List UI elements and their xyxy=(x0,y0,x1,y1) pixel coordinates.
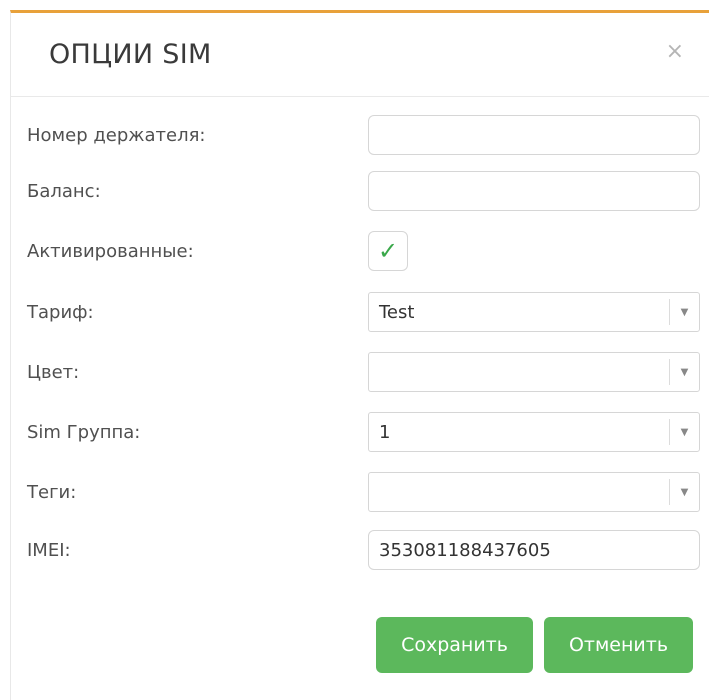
tariff-label: Тариф: xyxy=(27,302,94,323)
row-imei: IMEI: xyxy=(11,530,709,570)
imei-field[interactable] xyxy=(368,530,700,570)
chevron-down-icon[interactable]: ▼ xyxy=(669,419,699,445)
cancel-button[interactable]: Отменить xyxy=(544,617,693,673)
sim-group-select[interactable]: 1 ▼ xyxy=(368,412,700,452)
balance-label: Баланс: xyxy=(27,181,101,202)
holder-number-field[interactable] xyxy=(368,115,700,155)
tariff-select[interactable]: Test ▼ xyxy=(368,292,700,332)
sim-options-dialog: ОПЦИИ SIM × Номер держателя: Баланс: Акт… xyxy=(10,10,709,700)
chevron-down-icon[interactable]: ▼ xyxy=(669,359,699,385)
row-sim-group: Sim Группа: 1 ▼ xyxy=(11,412,709,452)
tariff-value: Test xyxy=(379,302,415,323)
activated-label: Активированные: xyxy=(27,241,194,262)
chevron-down-icon[interactable]: ▼ xyxy=(669,299,699,325)
sim-group-value: 1 xyxy=(379,422,391,443)
tags-label: Теги: xyxy=(27,482,77,503)
dialog-title: ОПЦИИ SIM xyxy=(49,39,212,70)
row-activated: Активированные: ✓ xyxy=(11,231,709,271)
row-holder-number: Номер держателя: xyxy=(11,115,709,155)
balance-input[interactable] xyxy=(369,172,699,210)
imei-input[interactable] xyxy=(369,531,699,569)
close-icon[interactable]: × xyxy=(666,41,684,63)
row-color: Цвет: ▼ xyxy=(11,352,709,392)
save-button[interactable]: Сохранить xyxy=(376,617,533,673)
color-label: Цвет: xyxy=(27,362,80,383)
activated-checkbox[interactable]: ✓ xyxy=(368,231,408,271)
imei-label: IMEI: xyxy=(27,540,71,561)
checkmark-icon: ✓ xyxy=(377,237,399,265)
balance-field[interactable] xyxy=(368,171,700,211)
dialog-header: ОПЦИИ SIM × xyxy=(11,13,709,97)
chevron-down-icon[interactable]: ▼ xyxy=(669,479,699,505)
row-balance: Баланс: xyxy=(11,171,709,211)
holder-number-input[interactable] xyxy=(369,116,699,154)
row-tariff: Тариф: Test ▼ xyxy=(11,292,709,332)
tags-select[interactable]: ▼ xyxy=(368,472,700,512)
sim-group-label: Sim Группа: xyxy=(27,422,141,443)
color-select[interactable]: ▼ xyxy=(368,352,700,392)
row-tags: Теги: ▼ xyxy=(11,472,709,512)
holder-number-label: Номер держателя: xyxy=(27,125,206,146)
